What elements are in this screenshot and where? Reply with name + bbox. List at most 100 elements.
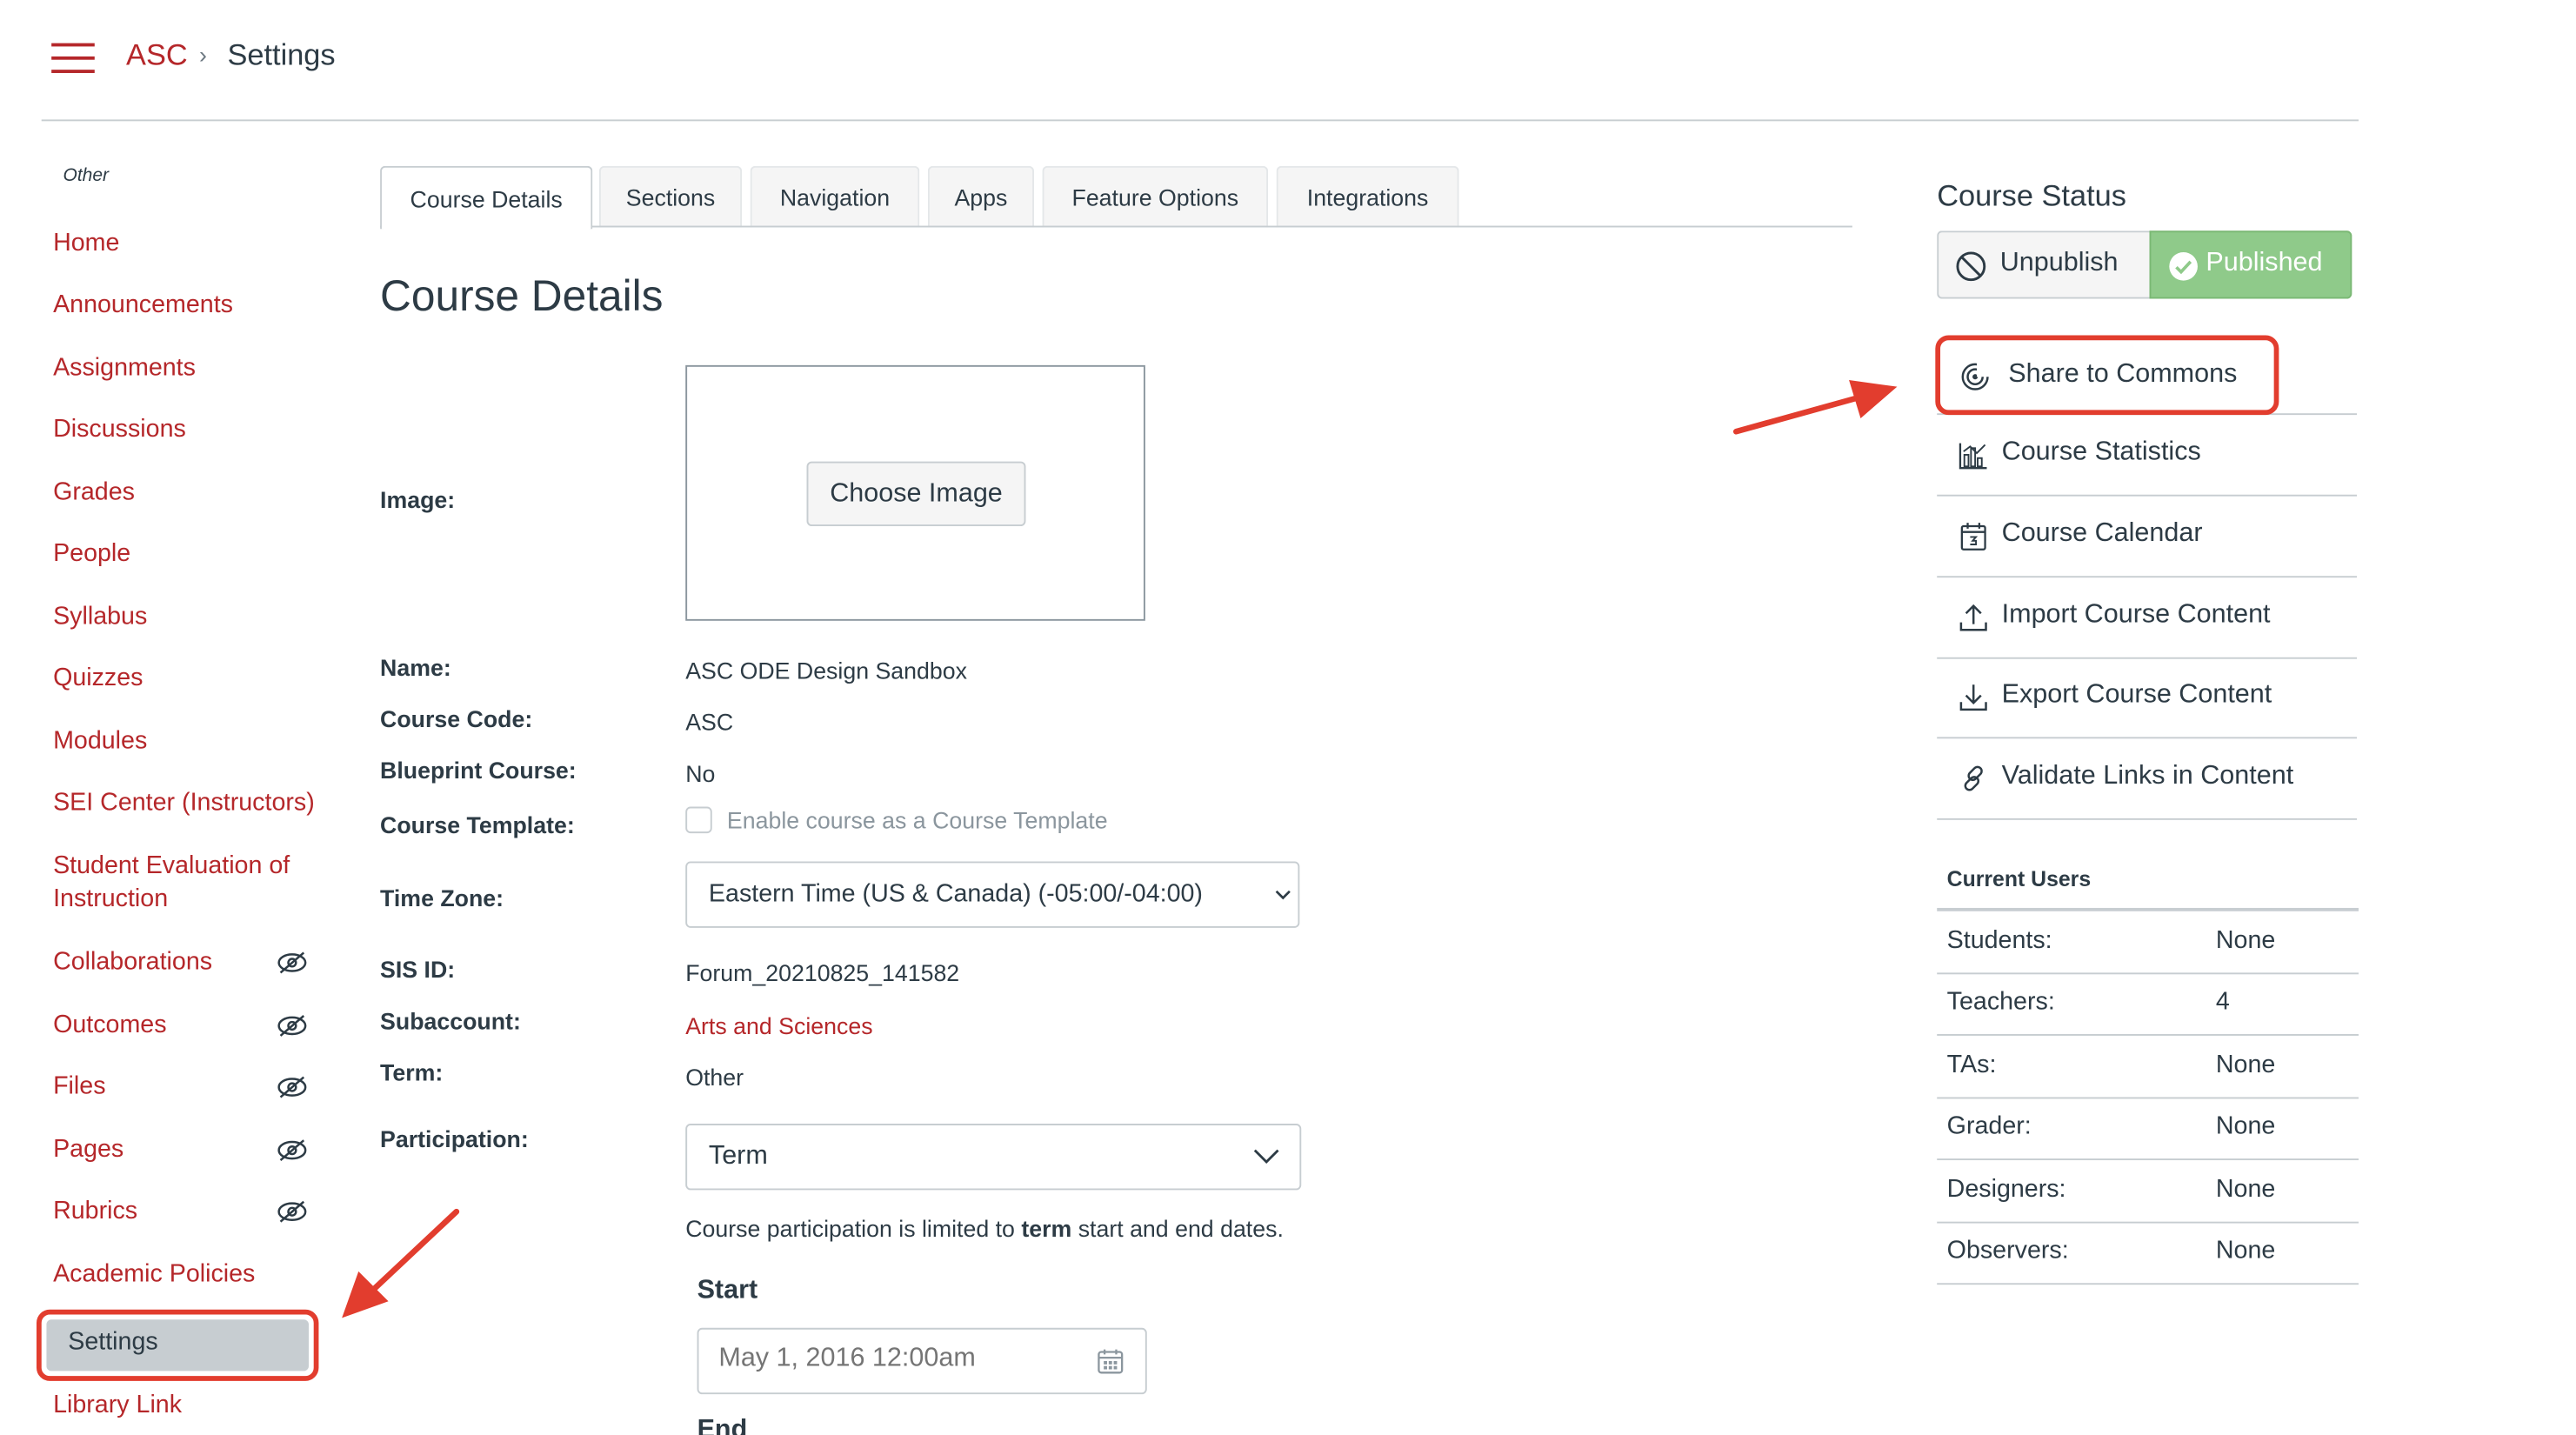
unpublish-button[interactable]: Unpublish [1937, 230, 2150, 299]
nav-item-announcements[interactable]: Announcements [53, 289, 233, 322]
start-date-label: Start [697, 1276, 758, 1305]
tab-integrations[interactable]: Integrations [1276, 165, 1459, 228]
time-zone-select[interactable]: Eastern Time (US & Canada) (-05:00/-04:0… [685, 861, 1300, 928]
chevron-down-icon [1253, 1149, 1279, 1164]
nav-item-quizzes[interactable]: Quizzes [53, 662, 143, 695]
user-role: Teachers: [1946, 987, 2055, 1017]
user-role: Observers: [1946, 1236, 2069, 1265]
course-code-label: Course Code: [380, 705, 533, 732]
user-role: Students: [1946, 925, 2052, 955]
term-value: Other [685, 1064, 744, 1091]
eye-slash-icon [277, 951, 307, 974]
breadcrumb-course-link[interactable]: ASC [126, 38, 188, 73]
tab-apps[interactable]: Apps [927, 165, 1034, 228]
participation-note-text: start and end dates. [1071, 1215, 1284, 1242]
validate-links-label: Validate Links in Content [2001, 762, 2294, 791]
eye-slash-icon [277, 1015, 307, 1037]
tab-navigation[interactable]: Navigation [750, 165, 920, 228]
end-date-label: End [697, 1415, 748, 1435]
nav-item-rubrics[interactable]: Rubrics [53, 1195, 137, 1228]
user-row-grader: Grader: None [1937, 1098, 2359, 1161]
start-date-field [697, 1327, 1147, 1395]
nav-item-pages[interactable]: Pages [53, 1134, 123, 1167]
course-template-checkbox[interactable] [685, 806, 712, 834]
user-row-observers: Observers: None [1937, 1222, 2359, 1285]
upload-icon [1959, 604, 1987, 631]
course-calendar-label: Course Calendar [2001, 519, 2203, 548]
nav-item-outcomes[interactable]: Outcomes [53, 1009, 166, 1042]
nav-item-home[interactable]: Home [53, 227, 119, 260]
nav-item-discussions[interactable]: Discussions [53, 413, 186, 446]
breadcrumb-current: Settings [227, 37, 336, 72]
nav-item-settings[interactable]: Settings [36, 1309, 319, 1381]
course-statistics-button[interactable]: Course Statistics [1937, 415, 2358, 497]
eye-slash-icon [277, 1200, 307, 1223]
subaccount-link[interactable]: Arts and Sciences [685, 1012, 872, 1039]
export-course-content-button[interactable]: Export Course Content [1937, 657, 2358, 739]
published-label: Published [2206, 249, 2323, 277]
time-zone-label: Time Zone: [380, 884, 504, 911]
course-template-label: Course Template: [380, 811, 575, 838]
nav-item-modules[interactable]: Modules [53, 725, 147, 758]
nav-item-student-evaluation[interactable]: Student Evaluation of Instruction [53, 850, 318, 916]
calendar-picker-icon[interactable] [1098, 1348, 1124, 1375]
participation-selected-value: Term [708, 1142, 768, 1171]
course-statistics-label: Course Statistics [2001, 437, 2201, 467]
nav-item-syllabus[interactable]: Syllabus [53, 601, 147, 634]
course-template-checkbox-label: Enable course as a Course Template [726, 806, 1108, 834]
nav-item-sei-center[interactable]: SEI Center (Instructors) [53, 787, 315, 820]
tab-sections[interactable]: Sections [598, 165, 743, 228]
participation-note: Course participation is limited to term … [685, 1215, 1284, 1242]
nav-item-collaborations[interactable]: Collaborations [53, 946, 212, 979]
eye-slash-icon [277, 1076, 307, 1098]
hamburger-menu-icon[interactable] [51, 43, 95, 73]
bar-chart-icon [1959, 443, 1987, 470]
tab-course-details[interactable]: Course Details [380, 165, 593, 230]
nav-item-assignments[interactable]: Assignments [53, 352, 196, 385]
user-count: None [2215, 1175, 2276, 1204]
participation-note-emphasis: term [1021, 1215, 1072, 1242]
user-role: Grader: [1946, 1111, 2032, 1141]
nav-item-people[interactable]: People [53, 537, 130, 571]
nav-item-academic-policies[interactable]: Academic Policies [53, 1258, 255, 1292]
start-date-input[interactable] [718, 1344, 1084, 1375]
import-course-content-button[interactable]: Import Course Content [1937, 577, 2358, 659]
participation-note-text: Course participation is limited to [685, 1215, 1022, 1242]
user-count: None [2215, 1111, 2276, 1141]
user-role: Designers: [1946, 1175, 2066, 1204]
import-course-content-label: Import Course Content [2001, 600, 2271, 630]
user-row-designers: Designers: None [1937, 1160, 2359, 1224]
user-count: None [2215, 925, 2276, 955]
user-row-students: Students: None [1937, 911, 2359, 975]
name-value: ASC ODE Design Sandbox [685, 657, 967, 684]
commons-icon [1961, 362, 1991, 390]
participation-select[interactable]: Term [685, 1124, 1302, 1191]
sis-id-value: Forum_20210825_141582 [685, 959, 960, 986]
breadcrumb-separator: › [199, 41, 207, 69]
eye-slash-icon [277, 1139, 307, 1161]
blueprint-value: No [685, 760, 716, 787]
link-icon [1964, 765, 1983, 791]
published-button[interactable]: Published [2149, 230, 2352, 299]
nav-item-files[interactable]: Files [53, 1071, 105, 1104]
course-code-value: ASC [685, 708, 734, 736]
choose-image-button[interactable]: Choose Image [806, 461, 1026, 526]
nav-section-label: Other [63, 165, 110, 186]
current-users-title: Current Users [1946, 866, 2092, 891]
participation-label: Participation: [380, 1125, 529, 1152]
page-title: Course Details [380, 270, 664, 321]
term-label: Term: [380, 1058, 444, 1086]
course-calendar-button[interactable]: Course Calendar [1937, 497, 2358, 578]
nav-item-library-link[interactable]: Library Link [53, 1389, 182, 1422]
course-status-title: Course Status [1937, 179, 2126, 213]
share-to-commons-label: Share to Commons [2008, 360, 2238, 389]
unpublish-label: Unpublish [1999, 249, 2119, 277]
validate-links-button[interactable]: Validate Links in Content [1937, 738, 2358, 820]
user-role: TAs: [1946, 1051, 1997, 1079]
user-count: None [2215, 1236, 2276, 1265]
nav-item-grades[interactable]: Grades [53, 477, 135, 510]
user-row-teachers: Teachers: 4 [1937, 972, 2359, 1036]
time-zone-selected-value: Eastern Time (US & Canada) (-05:00/-04:0… [708, 879, 1203, 908]
tab-feature-options[interactable]: Feature Options [1042, 165, 1269, 228]
share-to-commons-button[interactable]: Share to Commons [1935, 335, 2279, 416]
